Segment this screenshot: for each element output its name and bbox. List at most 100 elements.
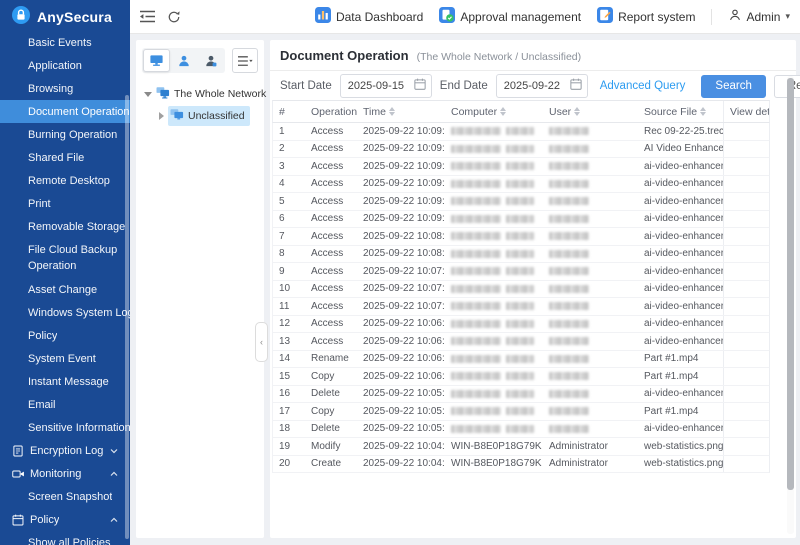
cell-view-details (723, 403, 769, 420)
topbar-link-approval-management[interactable]: Approval management (439, 7, 581, 26)
sidebar-item-policy[interactable]: Policy (0, 508, 130, 531)
cell-time: 2025-09-22 10:09:57 (357, 123, 445, 140)
list-options-icon[interactable] (232, 48, 258, 73)
sidebar-item-removable-storage[interactable]: Removable Storage (0, 215, 130, 238)
cell-view-details (723, 333, 769, 350)
cell-operation: Access (305, 281, 357, 298)
cell-source-file: Part #1.mp4 (638, 351, 723, 368)
advanced-query-link[interactable]: Advanced Query (600, 80, 686, 92)
cell-user (543, 193, 638, 210)
redacted-computer (451, 180, 501, 188)
table-row[interactable]: 7Access2025-09-22 10:08:15ai-video-enhan… (272, 228, 770, 246)
table-row[interactable]: 9Access2025-09-22 10:07:23ai-video-enhan… (272, 263, 770, 281)
sidebar-item-burning-operation[interactable]: Burning Operation (0, 123, 130, 146)
table-scrollbar-thumb[interactable] (787, 78, 794, 490)
table-row[interactable]: 2Access2025-09-22 10:09:34AI Video Enhan… (272, 141, 770, 159)
table-row[interactable]: 14Rename2025-09-22 10:06:17Part #1.mp4 (272, 351, 770, 369)
sidebar-item-browsing[interactable]: Browsing (0, 77, 130, 100)
table-row[interactable]: 18Delete2025-09-22 10:05:20ai-video-enha… (272, 421, 770, 439)
cell-time: 2025-09-22 10:08:14 (357, 246, 445, 263)
log-table-header: #Operation ...TimeComputerUserSource Fil… (272, 100, 770, 123)
table-row[interactable]: 17Copy2025-09-22 10:05:33Part #1.mp4 (272, 403, 770, 421)
sidebar-item-shared-file[interactable]: Shared File (0, 146, 130, 169)
end-date-field[interactable] (496, 74, 588, 98)
sidebar-item-remote-desktop[interactable]: Remote Desktop (0, 169, 130, 192)
table-row[interactable]: 5Access2025-09-22 10:09:31ai-video-enhan… (272, 193, 770, 211)
redacted-user (549, 232, 589, 240)
redacted-user (549, 372, 589, 380)
sort-icon[interactable] (500, 107, 506, 116)
user-tab-icon[interactable] (170, 49, 197, 72)
topbar-link-report-system[interactable]: Report system (597, 7, 695, 26)
column-header-source-file[interactable]: Source File (638, 101, 723, 122)
sidebar-item-basic-events[interactable]: Basic Events (0, 31, 130, 54)
cell-computer (445, 368, 543, 385)
sidebar-item-label: Policy (28, 330, 57, 342)
tree-node-unclassified[interactable]: Unclassified (136, 105, 264, 127)
table-row[interactable]: 11Access2025-09-22 10:07:22ai-video-enha… (272, 298, 770, 316)
sidebar-item-file-cloud-backup-operation[interactable]: File Cloud Backup Operation (0, 238, 130, 278)
table-row[interactable]: 4Access2025-09-22 10:09:31ai-video-enhan… (272, 176, 770, 194)
cell-user (543, 263, 638, 280)
start-date-input[interactable] (348, 80, 410, 92)
cell-operation: Access (305, 123, 357, 140)
sidebar-item-screen-snapshot[interactable]: Screen Snapshot (0, 485, 130, 508)
cell-operation: Delete (305, 386, 357, 403)
table-row[interactable]: 12Access2025-09-22 10:06:57ai-video-enha… (272, 316, 770, 334)
user-menu[interactable]: Admin ▾ (728, 8, 790, 25)
caret-down-icon[interactable] (144, 90, 152, 98)
sidebar-item-encryption-log[interactable]: Encryption Log (0, 439, 130, 462)
cell-source-file: AI Video Enhancer (638, 141, 723, 158)
table-row[interactable]: 6Access2025-09-22 10:09:30ai-video-enhan… (272, 211, 770, 229)
computer-tab-icon[interactable] (143, 49, 170, 72)
cell-view-details (723, 456, 769, 473)
caret-right-icon[interactable] (156, 112, 166, 120)
menu-fold-icon[interactable] (140, 10, 155, 23)
sidebar-item-show-all-policies[interactable]: Show all Policies (0, 531, 130, 545)
table-row[interactable]: 15Copy2025-09-22 10:06:00Part #1.mp4 (272, 368, 770, 386)
column-header-computer[interactable]: Computer (445, 101, 543, 122)
sort-icon[interactable] (389, 107, 395, 116)
cell-source-file: Part #1.mp4 (638, 403, 723, 420)
cell-user (543, 403, 638, 420)
redacted-computer (506, 232, 534, 240)
cell-time: 2025-09-22 10:07:22 (357, 298, 445, 315)
sidebar-item-asset-change[interactable]: Asset Change (0, 278, 130, 301)
table-row[interactable]: 20Create2025-09-22 10:04:14WIN-B8E0P18G7… (272, 456, 770, 474)
cell-user (543, 123, 638, 140)
sidebar-item-print[interactable]: Print (0, 192, 130, 215)
end-date-input[interactable] (504, 80, 566, 92)
sidebar-item-policy[interactable]: Policy (0, 324, 130, 347)
cell-operation: Access (305, 141, 357, 158)
collapse-panel-handle[interactable]: ‹ (255, 322, 268, 362)
column-header-time[interactable]: Time (357, 101, 445, 122)
sidebar-item-application[interactable]: Application (0, 54, 130, 77)
sidebar-item-windows-system-log[interactable]: Windows System Log (0, 301, 130, 324)
sidebar-item-system-event[interactable]: System Event (0, 347, 130, 370)
sidebar-scrollbar[interactable] (125, 95, 129, 539)
table-row[interactable]: 8Access2025-09-22 10:08:14ai-video-enhan… (272, 246, 770, 264)
sidebar-item-document-operation[interactable]: Document Operation (0, 100, 130, 123)
sidebar-item-instant-message[interactable]: Instant Message (0, 370, 130, 393)
start-date-field[interactable] (340, 74, 432, 98)
table-row[interactable]: 19Modify2025-09-22 10:04:14WIN-B8E0P18G7… (272, 438, 770, 456)
tree-node-whole-network[interactable]: The Whole Network (136, 83, 264, 105)
table-row[interactable]: 10Access2025-09-22 10:07:22ai-video-enha… (272, 281, 770, 299)
column-header-user[interactable]: User (543, 101, 638, 122)
table-row[interactable]: 16Delete2025-09-22 10:05:55ai-video-enha… (272, 386, 770, 404)
sidebar-item-monitoring[interactable]: Monitoring (0, 462, 130, 485)
sort-icon[interactable] (700, 107, 706, 116)
cell-index: 7 (273, 228, 305, 245)
table-row[interactable]: 1Access2025-09-22 10:09:57Rec 09-22-25.t… (272, 123, 770, 141)
role-tab-icon[interactable] (197, 49, 224, 72)
table-row[interactable]: 13Access2025-09-22 10:06:57ai-video-enha… (272, 333, 770, 351)
cell-view-details (723, 351, 769, 368)
sort-icon[interactable] (574, 107, 580, 116)
refresh-icon[interactable] (167, 10, 181, 24)
topbar-link-data-dashboard[interactable]: Data Dashboard (315, 7, 423, 26)
sidebar-item-sensitive-informational[interactable]: Sensitive Informational (0, 416, 130, 439)
table-row[interactable]: 3Access2025-09-22 10:09:34ai-video-enhan… (272, 158, 770, 176)
search-button[interactable]: Search (701, 75, 765, 98)
redacted-computer (451, 285, 501, 293)
sidebar-item-email[interactable]: Email (0, 393, 130, 416)
